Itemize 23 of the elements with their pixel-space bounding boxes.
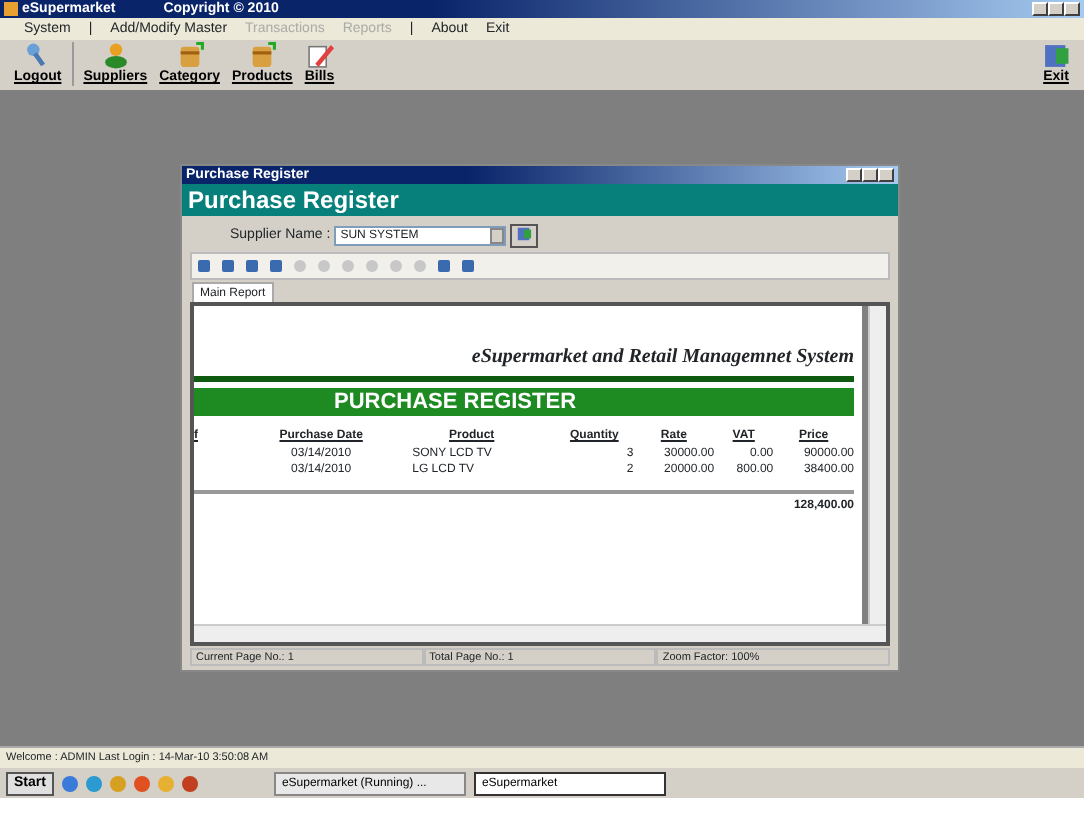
pencil-icon xyxy=(305,42,334,70)
toolbar-icon[interactable] xyxy=(246,260,258,272)
toolbar-icon[interactable] xyxy=(462,260,474,272)
jar-icon xyxy=(248,42,277,70)
close-button[interactable] xyxy=(1064,2,1080,16)
close-button[interactable] xyxy=(878,168,894,182)
report-header: Purchase Register xyxy=(182,184,898,216)
preview-button[interactable] xyxy=(510,224,539,248)
vertical-scrollbar[interactable] xyxy=(868,306,886,624)
minimize-button[interactable] xyxy=(846,168,862,182)
toolbar-icon[interactable] xyxy=(198,260,210,272)
maximize-button[interactable] xyxy=(862,168,878,182)
person-icon xyxy=(101,42,130,70)
maximize-button[interactable] xyxy=(1048,2,1064,16)
toolbar-icon[interactable] xyxy=(270,260,282,272)
horizontal-scrollbar[interactable] xyxy=(194,624,886,642)
company-name: eSupermarket and Retail Managemnet System xyxy=(469,344,854,372)
toolbar-icon[interactable] xyxy=(438,260,450,272)
toolbar-icon[interactable] xyxy=(222,260,234,272)
jar-icon xyxy=(175,42,204,70)
minimize-button[interactable] xyxy=(1032,2,1048,16)
app-icon xyxy=(4,2,18,16)
report-title: PURCHASE REGISTER xyxy=(194,388,854,416)
